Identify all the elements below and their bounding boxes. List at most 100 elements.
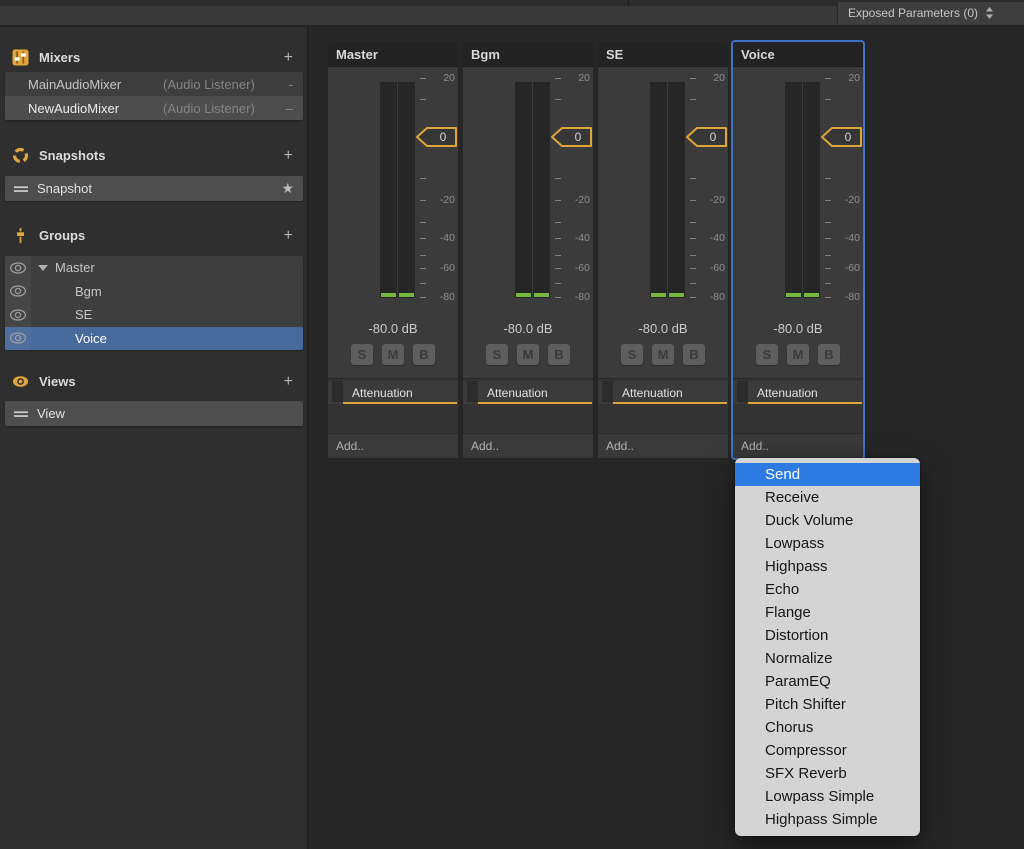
effect-color-bar — [478, 402, 592, 404]
groups-section-header: Groups + — [12, 225, 293, 246]
b-button[interactable]: B — [683, 344, 705, 365]
visibility-eye-icon[interactable] — [9, 261, 27, 275]
visibility-eye-icon[interactable] — [9, 284, 27, 298]
channel-strip-header[interactable]: SE — [598, 42, 728, 67]
menu-item-normalize[interactable]: Normalize — [735, 647, 920, 670]
meter-tick — [420, 268, 426, 270]
meter-tick — [420, 282, 426, 284]
b-button[interactable]: B — [548, 344, 570, 365]
add-view-button[interactable]: + — [284, 373, 293, 390]
menu-item-highpass[interactable]: Highpass — [735, 555, 920, 578]
view-list-item[interactable]: View — [5, 401, 303, 426]
groups-list: Master Bgm SE Voice — [5, 256, 303, 350]
channel-strip-master[interactable]: Master 20 -20 -40 -60 -80 0 -80.0 dB SMB Att… — [328, 42, 458, 458]
menu-item-compressor[interactable]: Compressor — [735, 739, 920, 762]
start-snapshot-star-icon[interactable]: ★ — [281, 180, 294, 197]
effect-name: Attenuation — [757, 385, 818, 400]
group-row-bgm[interactable]: Bgm — [5, 279, 303, 303]
add-group-button[interactable]: + — [284, 227, 293, 244]
volume-fader-handle[interactable]: 0 — [821, 126, 863, 148]
b-button[interactable]: B — [818, 344, 840, 365]
s-button[interactable]: S — [486, 344, 508, 365]
channel-strip-header[interactable]: Bgm — [463, 42, 593, 67]
menu-item-echo[interactable]: Echo — [735, 578, 920, 601]
snapshot-list-item[interactable]: Snapshot ★ — [5, 176, 303, 201]
vu-meter-left — [785, 82, 802, 298]
menu-item-duck-volume[interactable]: Duck Volume — [735, 509, 920, 532]
channel-strip-title: SE — [606, 46, 624, 62]
menu-item-lowpass[interactable]: Lowpass — [735, 532, 920, 555]
exposed-parameters-label: Exposed Parameters (0) — [848, 6, 979, 20]
m-button[interactable]: M — [517, 344, 539, 365]
meter-tick-label: -40 — [574, 232, 590, 245]
group-visibility-cell — [5, 256, 31, 280]
group-row-se[interactable]: SE — [5, 303, 303, 327]
vu-meter-level-left — [786, 293, 801, 297]
effect-slot-attenuation[interactable]: Attenuation — [733, 381, 863, 404]
visibility-eye-icon[interactable] — [9, 331, 27, 345]
add-mixer-button[interactable]: + — [284, 49, 293, 66]
menu-item-parameq[interactable]: ParamEQ — [735, 670, 920, 693]
add-effect-button[interactable]: Add.. — [733, 433, 863, 458]
effect-slot-attenuation[interactable]: Attenuation — [328, 381, 458, 404]
m-button[interactable]: M — [787, 344, 809, 365]
menu-item-lowpass-simple[interactable]: Lowpass Simple — [735, 785, 920, 808]
s-button[interactable]: S — [756, 344, 778, 365]
s-button[interactable]: S — [621, 344, 643, 365]
meter-tick-label: 20 — [848, 72, 860, 84]
channel-strip-header[interactable]: Master — [328, 42, 458, 67]
groups-icon — [12, 227, 29, 244]
volume-fader-handle[interactable]: 0 — [551, 126, 593, 148]
menu-item-sfx-reverb[interactable]: SFX Reverb — [735, 762, 920, 785]
effect-slot-attenuation[interactable]: Attenuation — [463, 381, 593, 404]
visibility-eye-icon[interactable] — [9, 308, 27, 322]
vu-meter-level-right — [399, 293, 414, 297]
effects-section: Attenuation Add.. — [733, 378, 863, 458]
volume-fader-handle[interactable]: 0 — [416, 126, 458, 148]
menu-item-send[interactable]: Send — [735, 463, 920, 486]
add-effect-button[interactable]: Add.. — [598, 433, 728, 458]
meter-tick-label: -60 — [574, 262, 590, 275]
meter-tick — [555, 78, 561, 79]
b-button[interactable]: B — [413, 344, 435, 365]
vu-meter-level-left — [516, 293, 531, 297]
effect-gutter — [467, 381, 478, 402]
channel-strip-header[interactable]: Voice — [733, 42, 863, 67]
effect-slot-attenuation[interactable]: Attenuation — [598, 381, 728, 404]
vu-meter-right — [533, 82, 550, 298]
smb-button-row: SMB — [463, 344, 593, 365]
volume-fader-handle[interactable]: 0 — [686, 126, 728, 148]
menu-item-chorus[interactable]: Chorus — [735, 716, 920, 739]
menu-item-distortion[interactable]: Distortion — [735, 624, 920, 647]
effect-gutter — [602, 381, 613, 402]
channel-strip-bgm[interactable]: Bgm 20 -20 -40 -60 -80 0 -80.0 dB SMB Attenu… — [463, 42, 593, 458]
views-section-title: Views — [39, 374, 76, 389]
menu-item-flange[interactable]: Flange — [735, 601, 920, 624]
vu-meter-left — [380, 82, 397, 298]
add-effect-button[interactable]: Add.. — [328, 433, 458, 458]
s-button[interactable]: S — [351, 344, 373, 365]
menu-item-highpass-simple[interactable]: Highpass Simple — [735, 808, 920, 831]
vu-meter-level-right — [534, 293, 549, 297]
m-button[interactable]: M — [382, 344, 404, 365]
meter-tick — [420, 99, 426, 101]
group-row-master[interactable]: Master — [5, 256, 303, 280]
foldout-triangle-icon[interactable] — [38, 264, 48, 271]
menu-item-receive[interactable]: Receive — [735, 486, 920, 509]
add-effect-button[interactable]: Add.. — [463, 433, 593, 458]
smb-button-row: SMB — [598, 344, 728, 365]
meter-tick-label: -80 — [439, 291, 455, 303]
effect-name: Attenuation — [487, 385, 548, 400]
mixer-list-item[interactable]: MainAudioMixer (Audio Listener) - — [5, 72, 303, 96]
m-button[interactable]: M — [652, 344, 674, 365]
meter-tick — [420, 178, 426, 180]
channel-strip-se[interactable]: SE 20 -20 -40 -60 -80 0 -80.0 dB SMB Attenua… — [598, 42, 728, 458]
group-row-voice[interactable]: Voice — [5, 326, 303, 350]
mixers-section-title: Mixers — [39, 50, 81, 65]
exposed-parameters-dropdown[interactable]: Exposed Parameters (0) — [837, 2, 1024, 24]
channel-strip-voice[interactable]: Voice 20 -20 -40 -60 -80 0 -80.0 dB SMB Atte… — [733, 42, 863, 458]
add-snapshot-button[interactable]: + — [284, 147, 293, 164]
meter-tick — [420, 238, 426, 240]
menu-item-pitch-shifter[interactable]: Pitch Shifter — [735, 693, 920, 716]
mixer-list-item[interactable]: NewAudioMixer (Audio Listener) – — [5, 96, 303, 120]
